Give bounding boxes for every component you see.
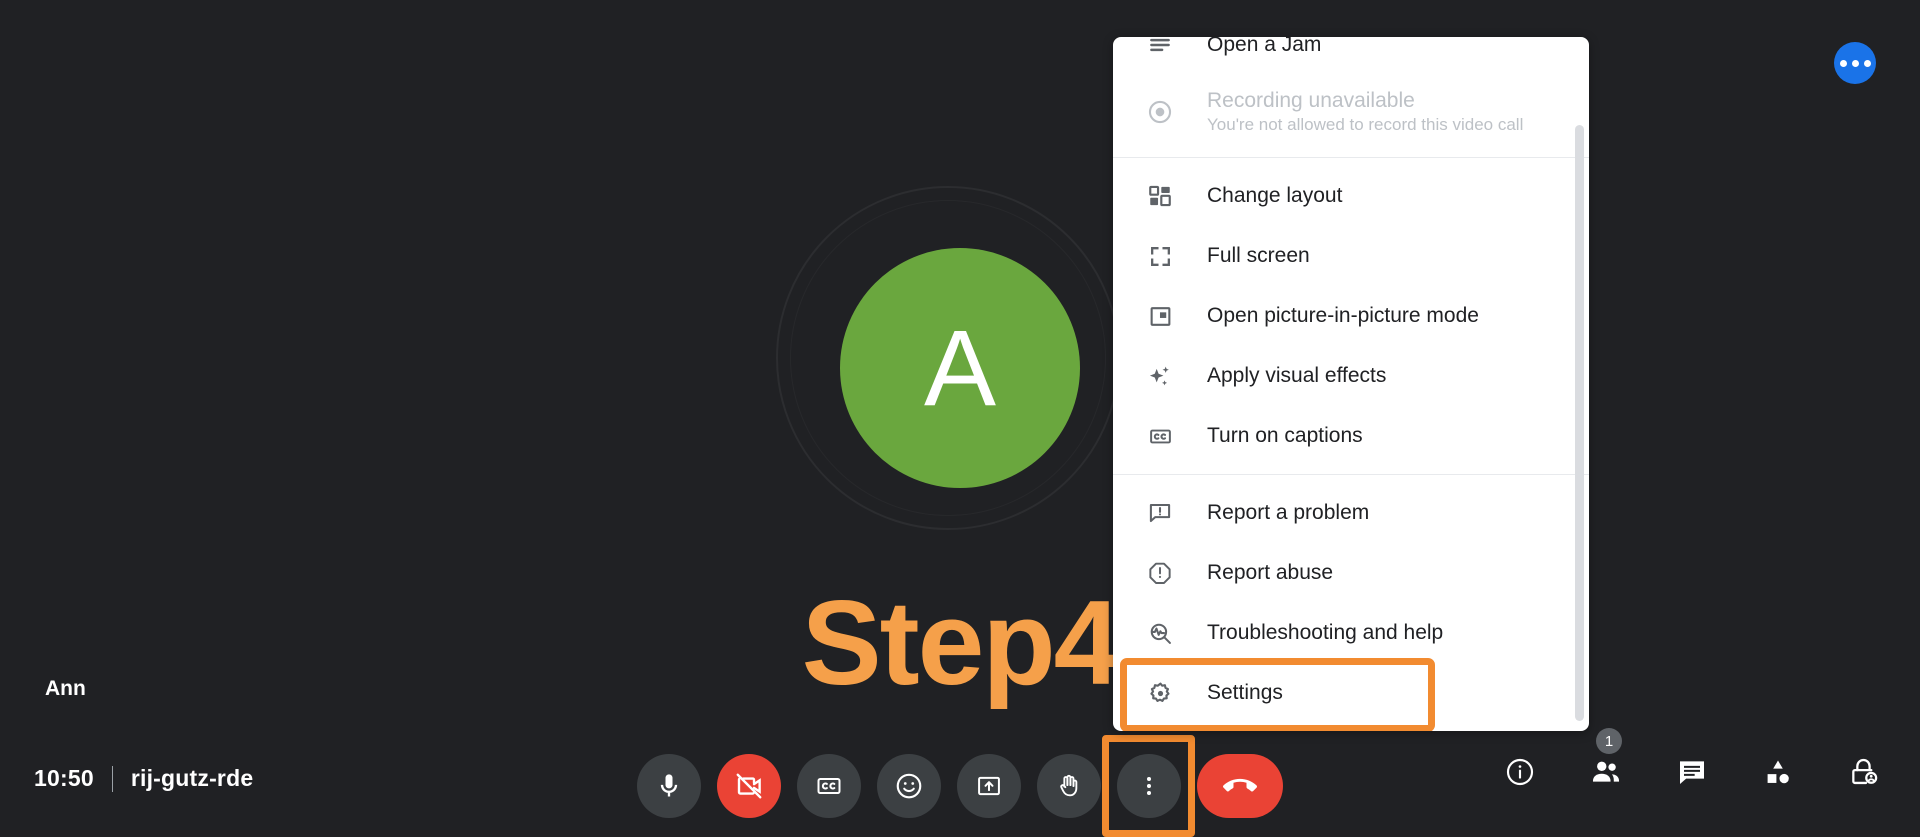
menu-item-label: Change layout <box>1207 184 1343 207</box>
menu-item-open-picture-in-picture[interactable]: Open picture-in-picture mode <box>1113 286 1589 346</box>
menu-item-sublabel: You're not allowed to record this video … <box>1207 115 1524 134</box>
menu-item-troubleshooting-and-help[interactable]: Troubleshooting and help <box>1113 603 1589 663</box>
menu-scroll-area: Open a Jam Recording unavailable You're … <box>1113 37 1589 731</box>
closed-caption-icon <box>1140 416 1180 456</box>
camera-off-icon <box>734 771 764 801</box>
menu-item-apply-visual-effects[interactable]: Apply visual effects <box>1113 346 1589 406</box>
menu-item-label: Troubleshooting and help <box>1207 621 1444 644</box>
menu-item-label: Full screen <box>1207 244 1310 267</box>
dot-icon <box>1839 59 1847 67</box>
meeting-details-button[interactable] <box>1498 752 1542 796</box>
present-screen-icon <box>975 772 1003 800</box>
troubleshoot-icon <box>1140 613 1180 653</box>
picture-in-picture-icon <box>1140 296 1180 336</box>
menu-item-turn-on-captions[interactable]: Turn on captions <box>1113 406 1589 466</box>
menu-item-label: Settings <box>1207 681 1283 704</box>
menu-item-label: Turn on captions <box>1207 424 1363 447</box>
menu-item-settings[interactable]: Settings <box>1113 663 1589 723</box>
menu-divider <box>1113 157 1589 158</box>
camera-button[interactable] <box>717 754 781 818</box>
chat-bubble-icon <box>1676 756 1708 793</box>
more-vertical-icon <box>1136 773 1162 799</box>
menu-divider <box>1113 474 1589 475</box>
jam-icon <box>1140 37 1180 65</box>
menu-scrollbar[interactable] <box>1575 125 1584 721</box>
dot-icon <box>1851 59 1859 67</box>
dot-icon <box>1863 59 1871 67</box>
menu-item-report-a-problem[interactable]: Report a problem <box>1113 483 1589 543</box>
microphone-button[interactable] <box>637 754 701 818</box>
menu-item-text-stack: Recording unavailable You're not allowed… <box>1207 89 1523 135</box>
more-options-menu: Open a Jam Recording unavailable You're … <box>1113 37 1589 731</box>
menu-item-open-a-jam[interactable]: Open a Jam <box>1113 37 1589 75</box>
raised-hand-icon <box>1055 772 1083 800</box>
meet-call-screen: A Step4 Ann 10:50 rij-gutz-rde 1 Open a … <box>0 0 1920 837</box>
captions-button[interactable] <box>797 754 861 818</box>
call-right-actions: 1 <box>1498 728 1886 796</box>
host-controls-button[interactable] <box>1842 752 1886 796</box>
sparkle-icon <box>1140 356 1180 396</box>
avatar-letter: A <box>923 307 997 428</box>
reactions-button[interactable] <box>877 754 941 818</box>
menu-item-recording-unavailable[interactable]: Recording unavailable You're not allowed… <box>1113 75 1589 149</box>
people-icon <box>1589 755 1623 794</box>
menu-item-full-screen[interactable]: Full screen <box>1113 226 1589 286</box>
avatar: A <box>840 248 1080 488</box>
step-overlay-label: Step4 <box>801 576 1121 710</box>
gear-icon <box>1140 673 1180 713</box>
lock-person-icon <box>1848 756 1880 793</box>
menu-item-change-layout[interactable]: Change layout <box>1113 166 1589 226</box>
more-options-button[interactable] <box>1117 754 1181 818</box>
activities-button[interactable] <box>1756 752 1800 796</box>
microphone-icon <box>655 772 683 800</box>
people-count-badge: 1 <box>1596 728 1622 754</box>
record-icon <box>1140 92 1180 132</box>
present-now-button[interactable] <box>957 754 1021 818</box>
menu-item-label: Report a problem <box>1207 501 1370 524</box>
participant-name: Ann <box>45 677 86 700</box>
feedback-icon <box>1140 493 1180 533</box>
menu-item-label: Recording unavailable <box>1207 89 1415 112</box>
people-button[interactable]: 1 <box>1584 728 1628 796</box>
report-icon <box>1140 553 1180 593</box>
menu-item-report-abuse[interactable]: Report abuse <box>1113 543 1589 603</box>
emoji-smiley-icon <box>894 771 924 801</box>
blue-more-button[interactable] <box>1834 42 1876 84</box>
closed-caption-icon <box>815 772 843 800</box>
raise-hand-button[interactable] <box>1037 754 1101 818</box>
menu-item-label: Open picture-in-picture mode <box>1207 304 1479 327</box>
hangup-phone-icon <box>1223 769 1257 803</box>
layout-icon <box>1140 176 1180 216</box>
video-tile: A Step4 Ann <box>0 0 1920 837</box>
menu-item-label: Apply visual effects <box>1207 364 1387 387</box>
menu-item-label: Open a Jam <box>1207 37 1322 56</box>
activities-shapes-icon <box>1762 756 1794 793</box>
info-icon <box>1504 756 1536 793</box>
leave-call-button[interactable] <box>1197 754 1283 818</box>
chat-button[interactable] <box>1670 752 1714 796</box>
fullscreen-icon <box>1140 236 1180 276</box>
menu-items-list: Open a Jam Recording unavailable You're … <box>1113 37 1589 723</box>
menu-item-label: Report abuse <box>1207 561 1334 584</box>
